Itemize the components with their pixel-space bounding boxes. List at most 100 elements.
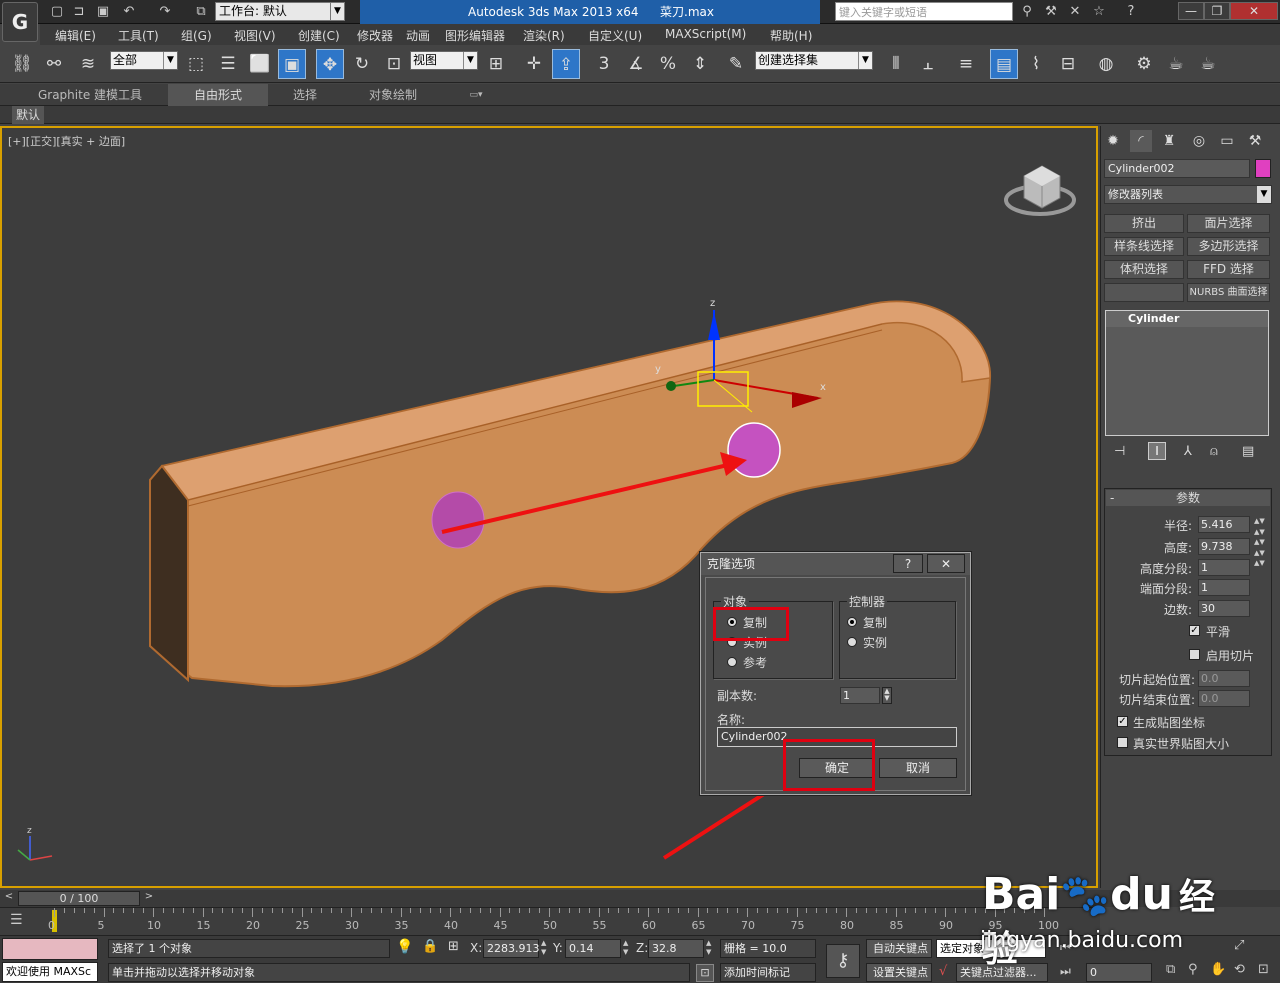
current-frame-field[interactable]: 0 [1086,963,1152,982]
radio-instance-controller[interactable] [847,637,857,647]
modifier-poly-select-button[interactable]: 多边形选择 [1187,237,1270,256]
ribbon-default-label[interactable]: 默认 [12,106,45,124]
snaps-toggle-icon[interactable]: 3 [590,49,618,79]
chevron-right-icon[interactable]: > [142,891,156,906]
subscription-icon[interactable]: ⚒ [1042,3,1060,21]
time-config-icon[interactable]: ⧉ [1166,962,1175,977]
menu-customize[interactable]: 自定义(U) [588,27,642,44]
open-file-icon[interactable]: ⊐ [70,3,88,21]
bind-space-warp-icon[interactable]: ≋ [74,49,102,79]
undo-icon[interactable]: ↶ [120,3,138,21]
menu-animation[interactable]: 动画 [406,27,430,44]
modifier-empty-button[interactable] [1104,283,1184,302]
add-time-tag[interactable]: 添加时间标记 [720,963,816,982]
pan-view-icon[interactable]: ✋ [1210,962,1226,977]
slice-on-checkbox[interactable] [1189,649,1200,660]
set-key-button[interactable]: 设置关键点 [866,963,932,982]
favorites-star-icon[interactable]: ☆ [1090,3,1108,21]
slice-to-field[interactable]: 0.0 [1198,690,1250,707]
absolute-mode-icon[interactable]: ⊞ [448,939,459,954]
key-mode-toggle-icon[interactable]: ⏭ [1060,964,1071,979]
tab-graphite[interactable]: Graphite 建模工具 [30,84,150,106]
percent-snap-icon[interactable]: % [654,49,682,79]
rollout-header[interactable]: - 参数 [1106,490,1270,506]
new-file-icon[interactable]: ▢ [48,3,66,21]
radio-reference-object[interactable] [727,657,737,667]
align-icon[interactable]: ⫠ [914,49,942,79]
angle-snap-icon[interactable]: ∡ [622,49,650,79]
edit-named-selection-icon[interactable]: ✎ [722,49,750,79]
rect-selection-icon[interactable]: ⬜ [246,49,274,79]
help-button[interactable]: ? [893,554,923,573]
menu-group[interactable]: 组(G) [181,27,212,44]
copies-field[interactable]: 1 [840,687,880,704]
project-folder-icon[interactable]: ⧉ [192,3,210,21]
graphite-toggle-icon[interactable]: ▤ [990,49,1018,79]
select-object-icon[interactable]: ⬚ [182,49,210,79]
spinner-snap-icon[interactable]: ⇕ [686,49,714,79]
x-coordinate-field[interactable]: 2283.913 [483,939,540,958]
param-spinners-icon[interactable]: ▲▼ ▲▼ ▲▼ ▲▼ ▲▼ [1254,516,1265,618]
save-file-icon[interactable]: ▣ [94,3,112,21]
utilities-tab-icon[interactable]: ⚒ [1244,130,1266,152]
menu-maxscript[interactable]: MAXScript(M) [665,27,746,41]
menu-help[interactable]: 帮助(H) [770,27,812,44]
minimize-button[interactable]: — [1178,2,1204,20]
param-sides-field[interactable]: 30 [1198,600,1250,617]
x-spinner-icon[interactable]: ▲ ▼ [541,939,550,958]
maxscript-listener-swatch[interactable] [2,938,98,960]
layer-manager-icon[interactable]: ≡ [952,49,980,79]
curve-editor-icon[interactable]: ⌇ [1022,49,1050,79]
y-coordinate-field[interactable]: 0.14 [565,939,621,958]
rendered-frame-icon[interactable]: ☕ [1162,49,1190,79]
stack-item-cylinder[interactable]: Cylinder [1106,311,1268,327]
menu-graph-editors[interactable]: 图形编辑器 [445,27,505,44]
ribbon-options-icon[interactable]: ▭▾ [462,84,490,106]
redo-icon[interactable]: ↷ [156,3,174,21]
auto-key-button[interactable]: 自动关键点 [866,939,932,958]
close-button[interactable]: ✕ [1230,2,1278,20]
binoculars-icon[interactable]: ⚲ [1018,3,1036,21]
menu-views[interactable]: 视图(V) [234,27,276,44]
set-key-icon[interactable]: ⚷ [826,944,860,978]
maximize-viewport-icon[interactable]: ⊡ [1258,962,1269,977]
display-tab-icon[interactable]: ▭ [1216,130,1238,152]
isolate-selection-icon[interactable]: 💡 [396,939,413,955]
y-spinner-icon[interactable]: ▲ ▼ [623,939,632,958]
make-unique-icon[interactable]: ⅄ [1184,444,1192,459]
modifier-ffd-select-button[interactable]: FFD 选择 [1187,260,1270,279]
motion-tab-icon[interactable]: ◎ [1188,130,1210,152]
schematic-view-icon[interactable]: ⊟ [1054,49,1082,79]
pivot-center-icon[interactable]: ⊞ [482,49,510,79]
tab-selection[interactable]: 选择 [280,84,330,106]
modifier-patch-select-button[interactable]: 面片选择 [1187,214,1270,233]
modifier-list-dropdown[interactable]: 修改器列表 ▼ [1104,185,1272,204]
tab-object-paint[interactable]: 对象绘制 [360,84,426,106]
menu-modifiers[interactable]: 修改器 [357,27,393,44]
menu-rendering[interactable]: 渲染(R) [523,27,565,44]
menu-create[interactable]: 创建(C) [298,27,340,44]
smooth-checkbox[interactable]: ✓ [1189,625,1200,636]
workspace-dropdown[interactable]: 工作台: 默认 ▼ [215,2,345,21]
select-rotate-icon[interactable]: ↻ [348,49,376,79]
render-setup-icon[interactable]: ⚙ [1130,49,1158,79]
object-color-swatch[interactable] [1255,159,1271,178]
time-slider-thumb[interactable]: 0 / 100 [18,891,140,906]
close-dialog-button[interactable]: ✕ [927,554,965,573]
hierarchy-tab-icon[interactable]: ♜ [1158,130,1180,152]
app-logo-icon[interactable]: G [2,2,38,42]
modifier-spline-select-button[interactable]: 样条线选择 [1104,237,1184,256]
select-by-name-icon[interactable]: ☰ [214,49,242,79]
show-end-result-icon[interactable]: Ⅰ [1148,442,1166,460]
tab-freeform[interactable]: 自由形式 [168,84,268,106]
mirror-icon[interactable]: ⫴ [882,49,910,79]
window-crossing-icon[interactable]: ▣ [278,49,306,79]
slice-from-field[interactable]: 0.0 [1198,670,1250,687]
param-cap-segs-field[interactable]: 1 [1198,579,1250,596]
select-manipulate-icon[interactable]: ✛ [520,49,548,79]
zoom-icon[interactable]: ⚲ [1188,962,1198,977]
modify-tab-icon[interactable]: ◜ [1130,130,1152,152]
help-icon[interactable]: ? [1122,3,1140,21]
material-editor-icon[interactable]: ◍ [1092,49,1120,79]
select-move-icon[interactable]: ✥ [316,49,344,79]
